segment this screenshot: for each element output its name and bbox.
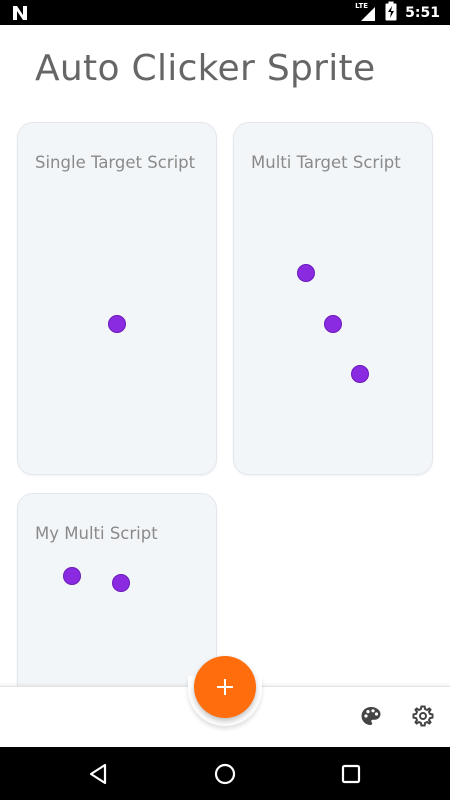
plus-icon [217, 679, 233, 695]
signal-icon: LTE [355, 2, 377, 23]
status-time: 5:51 [405, 5, 440, 21]
target-dot [351, 365, 369, 383]
status-icons: LTE 5:51 [355, 1, 440, 26]
target-dot [63, 567, 81, 585]
battery-icon [385, 1, 397, 26]
script-card-title: Multi Target Script [251, 153, 401, 172]
script-card-multi-target[interactable]: Multi Target Script [233, 122, 433, 475]
palette-icon[interactable] [359, 704, 383, 728]
system-nav-bar [0, 747, 450, 800]
script-card-title: Single Target Script [35, 153, 196, 172]
status-bar: LTE 5:51 [0, 0, 450, 25]
app-title: Auto Clicker Sprite [35, 48, 376, 89]
target-dot [297, 264, 315, 282]
target-dot [324, 315, 342, 333]
back-icon[interactable] [86, 761, 112, 787]
target-dot [112, 574, 130, 592]
home-icon[interactable] [212, 761, 238, 787]
add-script-button[interactable] [194, 656, 256, 718]
target-dot [108, 315, 126, 333]
script-card-single-target[interactable]: Single Target Script [17, 122, 217, 475]
notification-n-icon [10, 3, 30, 23]
script-card-title: My Multi Script [35, 524, 158, 543]
settings-icon[interactable] [411, 704, 435, 728]
recents-icon[interactable] [338, 761, 364, 787]
